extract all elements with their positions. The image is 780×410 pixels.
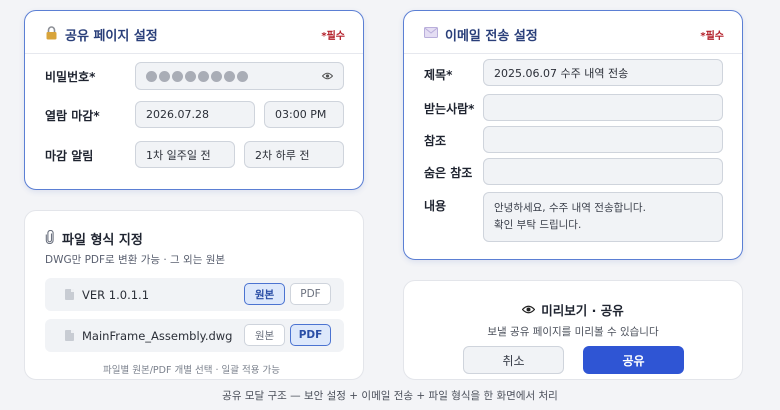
pdf-format-button[interactable]: PDF: [290, 324, 331, 346]
body-textarea[interactable]: 안녕하세요, 수주 내역 전송합니다. 확인 부탁 드립니다.: [483, 192, 723, 242]
deadline-date-value: 2026.07.28: [146, 108, 209, 121]
required-marker: *필수: [321, 31, 345, 42]
lock-icon: [45, 25, 58, 44]
reminder-second-value: 2차 하루 전: [255, 148, 310, 162]
file-icon: [65, 330, 74, 341]
to-label: 받는사람*: [424, 102, 475, 116]
file-name: VER 1.0.1.1: [82, 287, 150, 302]
cc-field[interactable]: [483, 126, 723, 153]
password-dot: [146, 70, 157, 82]
pdf-format-button[interactable]: PDF: [290, 283, 331, 305]
eye-icon: [521, 302, 536, 317]
show-password-icon[interactable]: [321, 70, 334, 83]
password-dot: [172, 70, 183, 82]
password-label: 비밀번호*: [45, 70, 96, 84]
deadline-time-value: 03:00 PM: [275, 108, 327, 121]
to-field[interactable]: [483, 94, 723, 121]
share-settings-header: 공유 페이지 설정 *필수: [45, 25, 345, 44]
reminder-first-field[interactable]: 1차 일주일 전: [135, 141, 235, 168]
paperclip-icon: [45, 229, 55, 248]
password-dot: [224, 70, 235, 82]
share-button[interactable]: 공유: [583, 346, 684, 374]
password-field[interactable]: [135, 62, 344, 90]
reminder-label: 마감 알림: [45, 149, 94, 163]
deadline-date-field[interactable]: 2026.07.28: [135, 101, 255, 128]
email-settings-card: 이메일 전송 설정 *필수 제목* 2025.06.07 수주 내역 전송 받는…: [403, 10, 743, 260]
share-settings-divider: [25, 53, 363, 54]
reminder-first-value: 1차 일주일 전: [146, 148, 211, 162]
password-dot: [159, 70, 170, 82]
password-dot: [237, 70, 248, 82]
footer-caption: 공유 모달 구조 — 보안 설정 + 이메일 전송 + 파일 형식을 한 화면에…: [222, 390, 558, 402]
password-dots: [146, 70, 248, 82]
share-settings-title: 공유 페이지 설정: [65, 29, 158, 44]
share-settings-card: 공유 페이지 설정 *필수 비밀번호* 열람 마감* 2026.07.28 03…: [24, 10, 364, 190]
file-format-subtitle: DWG만 PDF로 변환 가능 · 그 외는 원본: [45, 254, 226, 266]
email-settings-divider: [404, 53, 742, 54]
email-settings-header: 이메일 전송 설정 *필수: [424, 25, 724, 44]
bcc-label: 숨은 참조: [424, 166, 473, 180]
file-format-title: 파일 형식 지정: [62, 233, 143, 248]
cancel-button[interactable]: 취소: [463, 346, 564, 374]
file-icon: [65, 289, 74, 300]
password-dot: [185, 70, 196, 82]
password-dot: [211, 70, 222, 82]
envelope-icon: [424, 27, 438, 42]
body-value: 안녕하세요, 수주 내역 전송합니다. 확인 부탁 드립니다.: [494, 202, 646, 231]
body-label: 내용: [424, 199, 447, 213]
file-format-card: 파일 형식 지정 DWG만 PDF로 변환 가능 · 그 외는 원본 VER 1…: [24, 210, 364, 380]
file-name: MainFrame_Assembly.dwg: [82, 328, 233, 343]
subject-label: 제목*: [424, 68, 453, 82]
reminder-second-field[interactable]: 2차 하루 전: [244, 141, 344, 168]
subject-value: 2025.06.07 수주 내역 전송: [494, 66, 629, 80]
preview-header: 미리보기 · 공유: [404, 300, 742, 319]
preview-description: 보낼 공유 페이지를 미리볼 수 있습니다: [487, 326, 659, 338]
email-settings-title: 이메일 전송 설정: [445, 29, 538, 44]
original-format-button[interactable]: 원본: [244, 324, 285, 346]
preview-share-card: 미리보기 · 공유 보낼 공유 페이지를 미리볼 수 있습니다 취소 공유: [403, 280, 743, 380]
deadline-label: 열람 마감*: [45, 109, 100, 123]
cc-label: 참조: [424, 134, 447, 148]
file-format-note: 파일별 원본/PDF 개별 선택 · 일괄 적용 가능: [103, 365, 280, 376]
original-format-button[interactable]: 원본: [244, 283, 285, 305]
password-dot: [198, 70, 209, 82]
deadline-time-field[interactable]: 03:00 PM: [264, 101, 344, 128]
required-marker: *필수: [700, 31, 724, 42]
subject-field[interactable]: 2025.06.07 수주 내역 전송: [483, 59, 723, 86]
file-format-header: 파일 형식 지정: [45, 229, 345, 248]
bcc-field[interactable]: [483, 158, 723, 185]
preview-title: 미리보기 · 공유: [541, 303, 624, 318]
